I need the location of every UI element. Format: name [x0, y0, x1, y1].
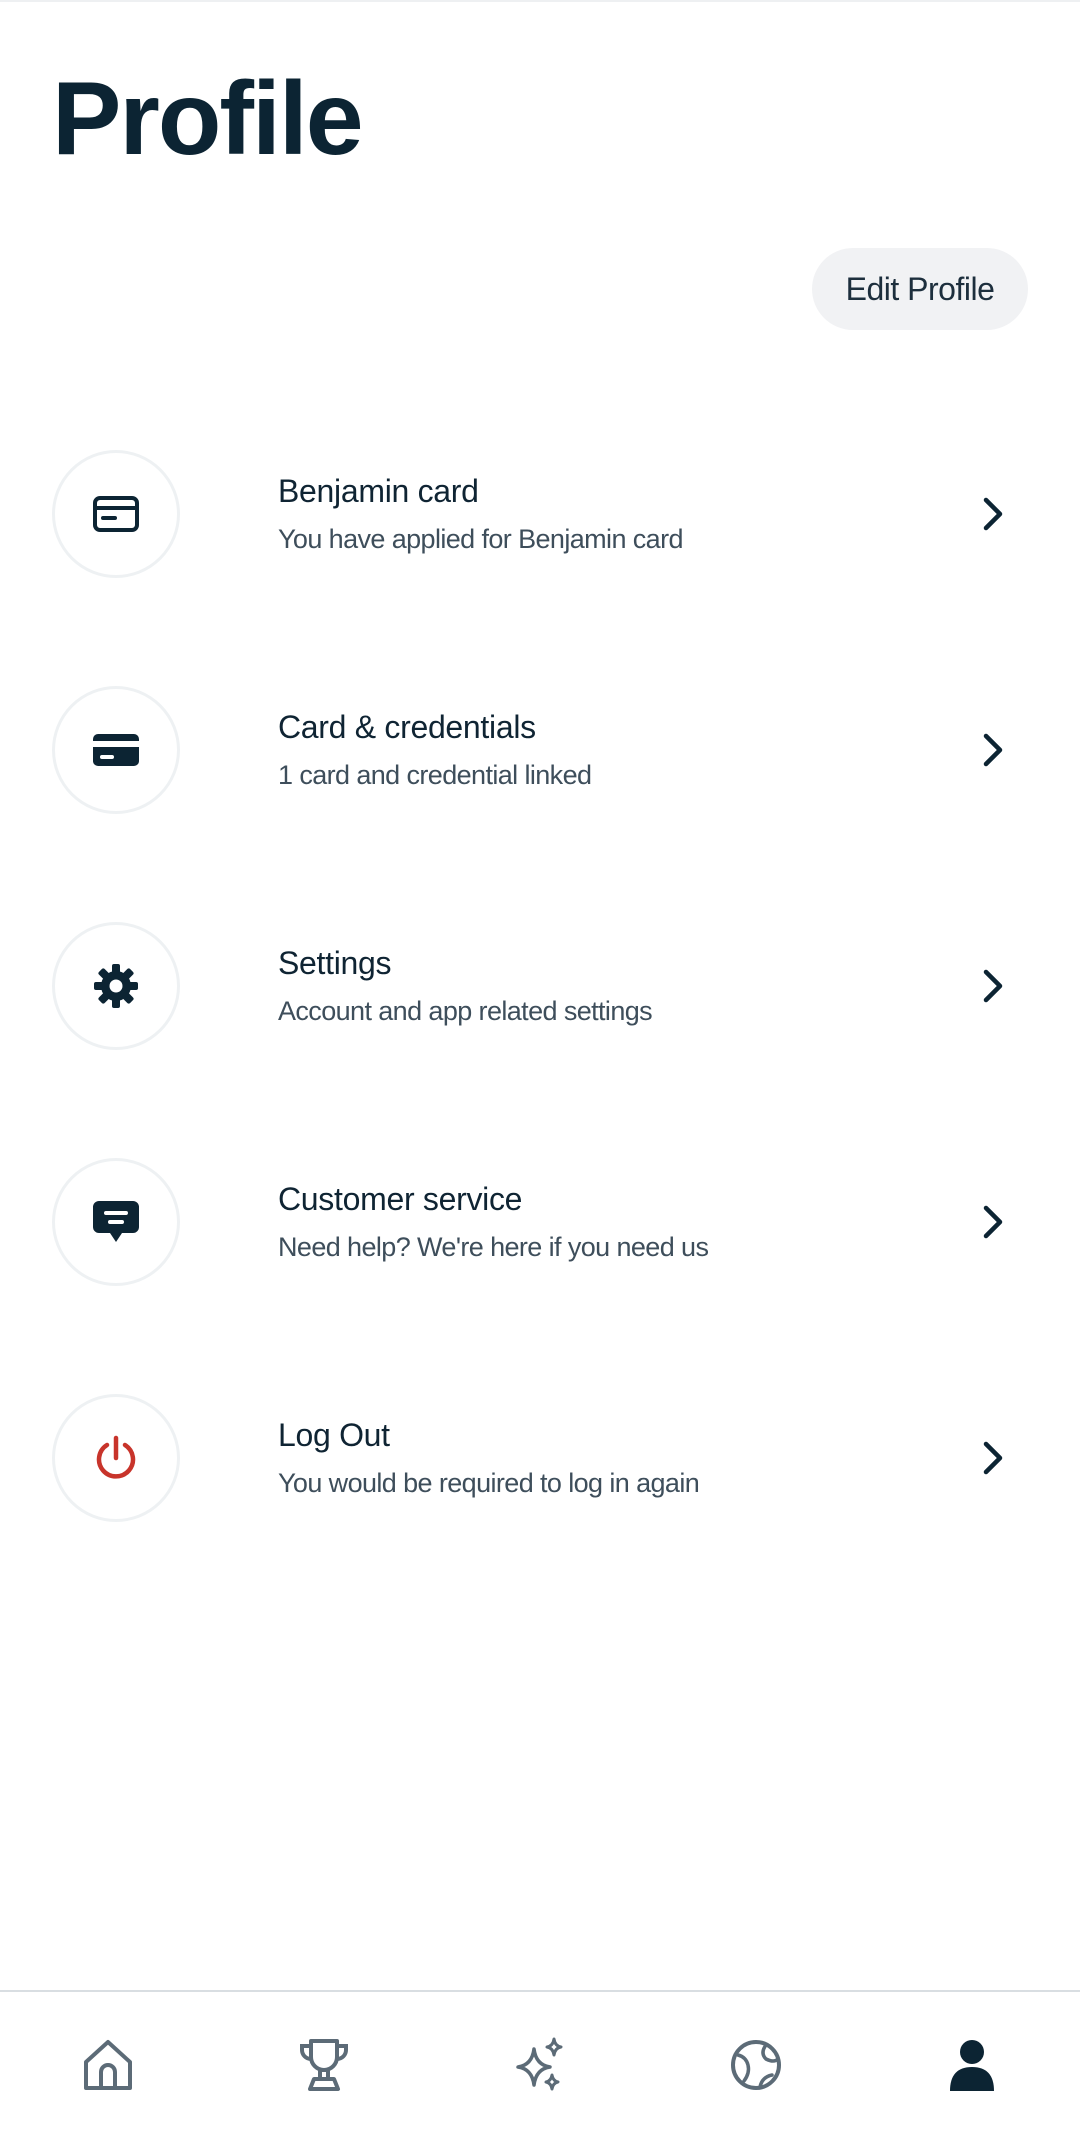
nav-explore[interactable]: [696, 2005, 816, 2125]
menu-item-text: Settings Account and app related setting…: [278, 945, 1028, 1027]
nav-home[interactable]: [48, 2005, 168, 2125]
edit-profile-button[interactable]: Edit Profile: [812, 248, 1028, 330]
menu-item-title: Card & credentials: [278, 709, 536, 745]
chevron-right-icon: [983, 1441, 1003, 1475]
trophy-icon: [300, 2039, 348, 2091]
menu-item-settings[interactable]: Settings Account and app related setting…: [52, 922, 1028, 1050]
menu-item-title: Customer service: [278, 1181, 523, 1217]
icon-circle: [52, 1394, 180, 1522]
profile-screen: Profile Edit Profile Benjamin card You h…: [0, 0, 1080, 2138]
gear-icon: [94, 964, 138, 1008]
chat-bubble-icon: [93, 1201, 139, 1242]
chevron-right-icon: [983, 733, 1003, 767]
menu-item-card-credentials[interactable]: Card & credentials 1 card and credential…: [52, 686, 1028, 814]
menu-item-text: Card & credentials 1 card and credential…: [278, 709, 1028, 791]
menu-item-subtitle: Need help? We're here if you need us: [278, 1232, 709, 1262]
sparkle-icon: [516, 2037, 563, 2091]
menu-item-log-out[interactable]: Log Out You would be required to log in …: [52, 1394, 1028, 1522]
chevron-right-icon: [983, 497, 1003, 531]
menu-item-text: Benjamin card You have applied for Benja…: [278, 473, 1028, 555]
menu-item-subtitle: 1 card and credential linked: [278, 760, 592, 790]
profile-menu: Benjamin card You have applied for Benja…: [52, 450, 1028, 1630]
menu-item-benjamin-card[interactable]: Benjamin card You have applied for Benja…: [52, 450, 1028, 578]
profile-icon: [950, 2040, 994, 2091]
menu-item-subtitle: Account and app related settings: [278, 996, 653, 1026]
top-divider: [0, 0, 1080, 2]
menu-item-subtitle: You would be required to log in again: [278, 1468, 700, 1498]
icon-circle: [52, 450, 180, 578]
credit-card-icon: [93, 734, 139, 766]
menu-item-customer-service[interactable]: Customer service Need help? We're here i…: [52, 1158, 1028, 1286]
page-title: Profile: [52, 61, 364, 177]
home-icon: [84, 2040, 132, 2090]
menu-item-subtitle: You have applied for Benjamin card: [278, 524, 683, 554]
icon-circle: [52, 1158, 180, 1286]
bottom-nav: [0, 1990, 1080, 2138]
icon-circle: [52, 922, 180, 1050]
user-row: Edit Profile: [52, 246, 1028, 332]
chevron-right-icon: [983, 1205, 1003, 1239]
power-icon: [96, 1435, 136, 1479]
icon-circle: [52, 686, 180, 814]
globe-icon: [731, 2040, 781, 2090]
nav-discover[interactable]: [480, 2005, 600, 2125]
menu-item-text: Log Out You would be required to log in …: [278, 1417, 1028, 1499]
menu-item-title: Settings: [278, 945, 392, 981]
nav-rewards[interactable]: [264, 2005, 384, 2125]
chevron-right-icon: [983, 969, 1003, 1003]
menu-item-text: Customer service Need help? We're here i…: [278, 1181, 1028, 1263]
nav-profile[interactable]: [912, 2005, 1032, 2125]
menu-item-title: Log Out: [278, 1417, 390, 1453]
menu-item-title: Benjamin card: [278, 473, 479, 509]
card-outline-icon: [93, 496, 139, 532]
